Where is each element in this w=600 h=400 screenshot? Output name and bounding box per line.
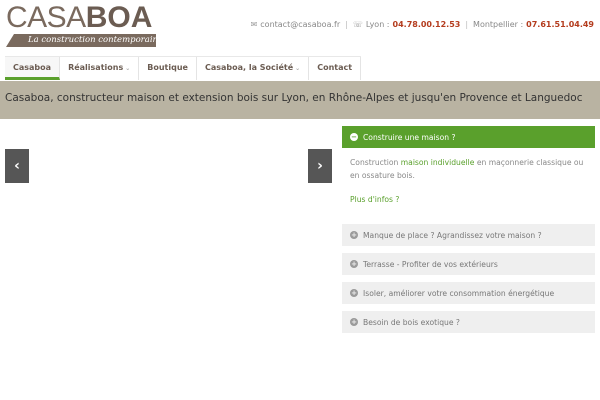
nav-item-label: Casaboa, la Société	[204, 63, 294, 72]
accordion-header-agrandir[interactable]: + Manque de place ? Agrandissez votre ma…	[342, 224, 595, 246]
accordion-title: Isoler, améliorer votre consommation éne…	[363, 288, 555, 298]
contact-email[interactable]: contact@casaboa.fr	[260, 20, 340, 29]
montpellier-phone[interactable]: 07.61.51.04.49	[526, 20, 594, 29]
chevron-right-icon: ›	[317, 158, 323, 174]
accordion-body: Construction maison individuelle en maço…	[342, 148, 595, 224]
more-info-link[interactable]: Plus d'infos ?	[350, 194, 587, 207]
services-accordion: − Construire une maison ? Construction m…	[342, 126, 595, 340]
logo-boa: BOA	[85, 1, 153, 34]
accordion-title: Besoin de bois exotique ?	[363, 317, 460, 327]
nav-item-label: Casaboa	[13, 63, 52, 72]
accordion-header-isoler[interactable]: + Isoler, améliorer votre consommation é…	[342, 282, 595, 304]
chevron-down-icon: ⌄	[295, 65, 301, 72]
plus-circle-icon: +	[350, 318, 358, 326]
page-banner: Casaboa, constructeur maison et extensio…	[0, 81, 600, 119]
logo-tagline: La construction contemporaine	[28, 35, 164, 45]
chevron-down-icon: ⌄	[125, 65, 131, 72]
maison-individuelle-link[interactable]: maison individuelle	[401, 158, 475, 167]
accordion-header-construire[interactable]: − Construire une maison ?	[342, 126, 595, 148]
nav-item-casaboa[interactable]: Casaboa	[5, 57, 61, 80]
logo-tagline-band: La construction contemporaine	[6, 34, 156, 47]
image-slider	[0, 122, 338, 400]
slider-next-button[interactable]: ›	[308, 149, 332, 183]
plus-circle-icon: +	[350, 260, 358, 268]
contact-separator: |	[465, 20, 469, 29]
nav-item-contact[interactable]: Contact	[309, 57, 362, 80]
plus-circle-icon: +	[350, 289, 358, 297]
nav-item-label: Contact	[317, 63, 353, 72]
nav-item-realisations[interactable]: Réalisations ⌄	[60, 57, 140, 80]
chevron-left-icon: ‹	[14, 158, 20, 174]
accordion-title: Construire une maison ?	[363, 132, 456, 142]
contact-bar: ✉ contact@casaboa.fr | ☏ Lyon : 04.78.00…	[251, 20, 594, 29]
accordion-title: Terrasse - Profiter de vos extérieurs	[363, 259, 498, 269]
slider-prev-button[interactable]: ‹	[5, 149, 29, 183]
plus-circle-icon: +	[350, 231, 358, 239]
contact-separator: |	[345, 20, 348, 29]
main-nav: Casaboa Réalisations ⌄ Boutique Casaboa, …	[5, 56, 362, 80]
nav-item-label: Boutique	[147, 63, 188, 72]
minus-circle-icon: −	[350, 133, 358, 141]
envelope-icon: ✉	[250, 20, 258, 29]
montpellier-label: Montpellier :	[473, 20, 524, 29]
lyon-label: Lyon :	[365, 20, 390, 29]
nav-item-boutique[interactable]: Boutique	[139, 57, 197, 80]
accordion-header-bois-exotique[interactable]: + Besoin de bois exotique ?	[342, 311, 595, 333]
logo-casa: CASA	[6, 1, 86, 34]
lyon-phone[interactable]: 04.78.00.12.53	[393, 20, 461, 29]
accordion-header-terrasse[interactable]: + Terrasse - Profiter de vos extérieurs	[342, 253, 595, 275]
phone-icon: ☏	[352, 20, 363, 29]
logo-wordmark: CASABOA	[6, 3, 158, 33]
accordion-body-text: Construction	[350, 158, 401, 167]
site-logo[interactable]: CASABOA La construction contemporaine	[6, 3, 158, 47]
page-title: Casaboa, constructeur maison et extensio…	[5, 92, 583, 104]
accordion-title: Manque de place ? Agrandissez votre mais…	[363, 230, 542, 240]
nav-item-societe[interactable]: Casaboa, la Société ⌄	[197, 57, 310, 80]
nav-item-label: Réalisations	[68, 63, 124, 72]
